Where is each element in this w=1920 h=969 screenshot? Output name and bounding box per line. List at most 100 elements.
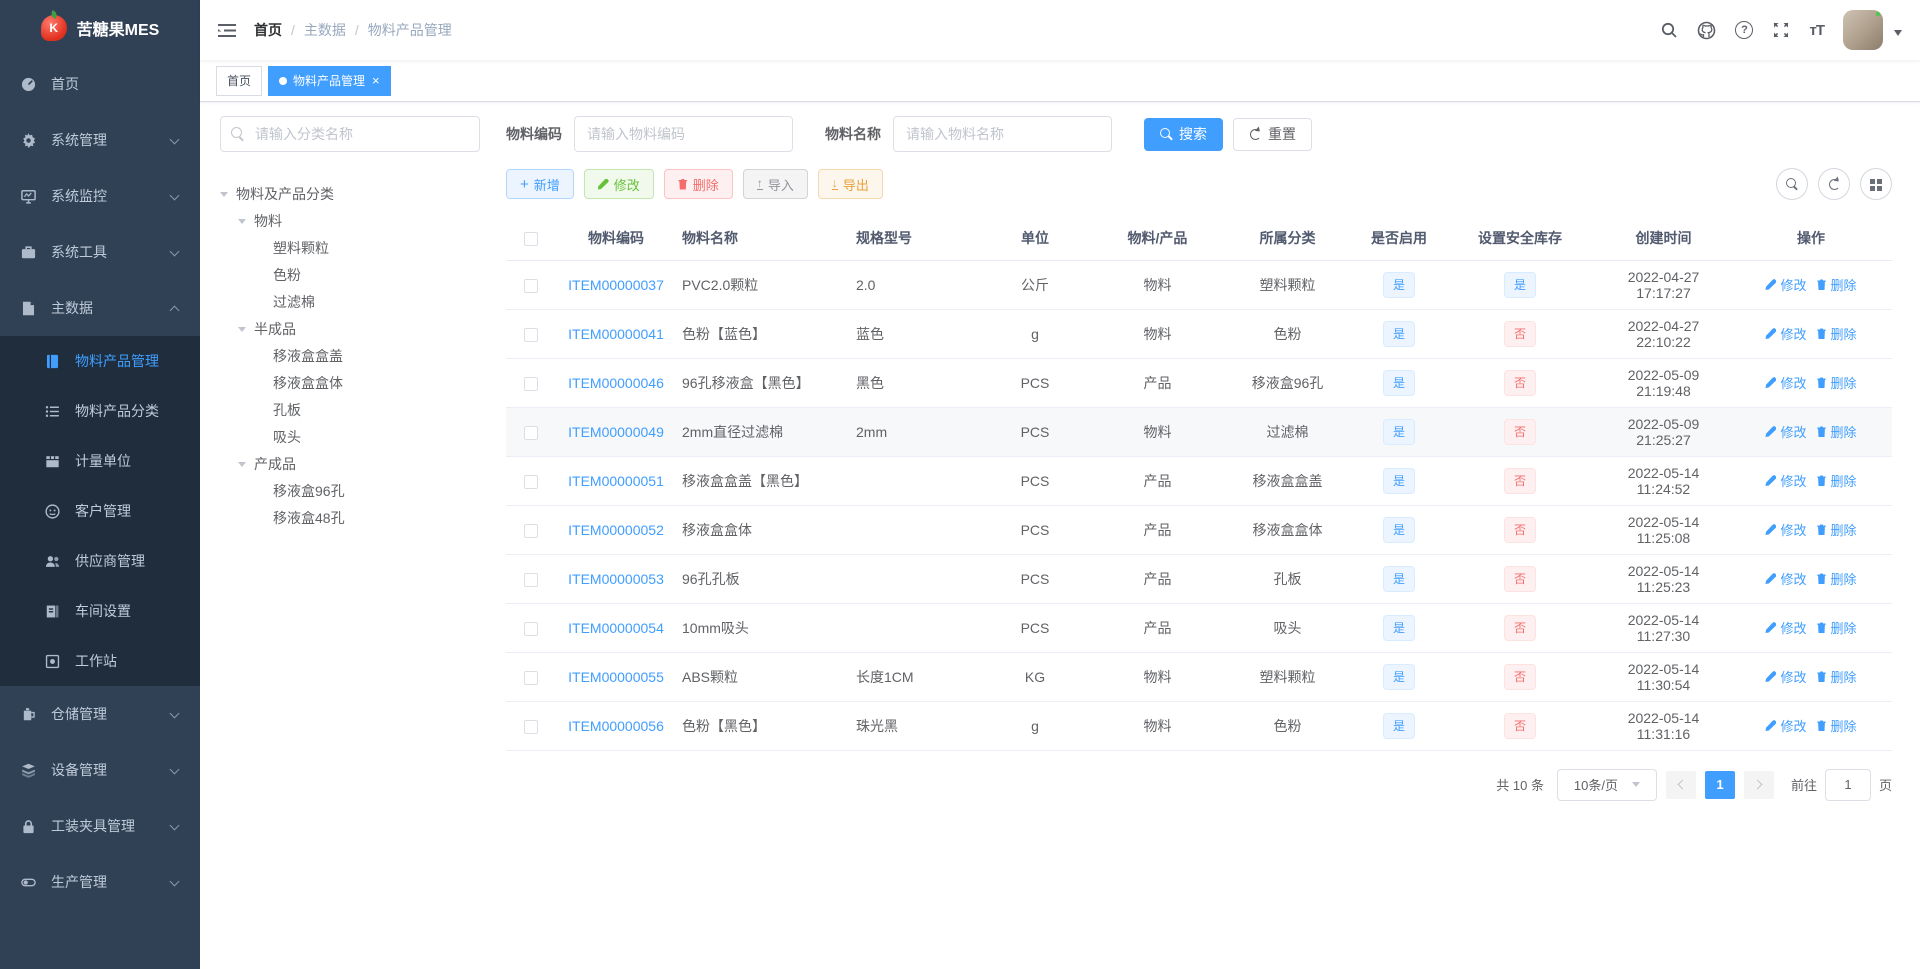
row-edit-button[interactable]: 修改 [1765,569,1807,588]
item-code-link[interactable]: ITEM00000053 [568,571,664,587]
tree-node-leaf[interactable]: 吸头 [220,423,480,450]
row-delete-button[interactable]: 删除 [1817,667,1857,686]
row-edit-button[interactable]: 修改 [1765,618,1807,637]
sidebar-item-workshop-setup[interactable]: 车间设置 [0,586,200,636]
row-edit-button[interactable]: 修改 [1765,324,1807,343]
row-checkbox[interactable] [524,670,538,685]
tree-node-leaf[interactable]: 过滤棉 [220,288,480,315]
tab-material-product-mgmt[interactable]: 物料产品管理 × [268,65,391,96]
item-code-link[interactable]: ITEM00000037 [568,277,664,293]
material-name-input[interactable] [893,116,1112,152]
page-size-select[interactable]: 10条/页 [1556,768,1657,801]
sidebar-item-supplier-mgmt[interactable]: 供应商管理 [0,536,200,586]
breadcrumb-master-data[interactable]: 主数据 [304,20,346,40]
tree-node-leaf[interactable]: 移液盒盒体 [220,369,480,396]
caret-down-icon[interactable] [1894,30,1902,40]
item-code-link[interactable]: ITEM00000055 [568,669,664,685]
github-icon[interactable] [1697,21,1716,40]
sidebar-collapse-icon[interactable] [218,23,236,37]
sidebar-item-measure-unit[interactable]: 计量单位 [0,436,200,486]
sidebar-item-master-data[interactable]: 主数据 [0,280,200,336]
tree-node-leaf[interactable]: 移液盒盒盖 [220,342,480,369]
row-delete-button[interactable]: 删除 [1817,569,1857,588]
row-delete-button[interactable]: 删除 [1817,520,1857,539]
refresh-button[interactable] [1818,168,1850,200]
row-checkbox[interactable] [524,376,538,391]
item-code-link[interactable]: ITEM00000054 [568,620,664,636]
search-icon[interactable] [1660,21,1678,39]
add-button[interactable]: 新增 [506,169,574,199]
tab-home[interactable]: 首页 [216,65,263,96]
item-code-link[interactable]: ITEM00000041 [568,326,664,342]
edit-button[interactable]: 修改 [583,169,654,199]
row-checkbox[interactable] [524,719,538,734]
row-checkbox[interactable] [524,425,538,440]
select-all-checkbox[interactable] [524,231,538,246]
item-code-link[interactable]: ITEM00000046 [568,375,664,391]
sidebar-item-home[interactable]: 首页 [0,56,200,112]
item-code-link[interactable]: ITEM00000051 [568,473,664,489]
row-delete-button[interactable]: 删除 [1817,324,1857,343]
sidebar-item-system-mgmt[interactable]: 系统管理 [0,112,200,168]
row-delete-button[interactable]: 删除 [1817,618,1857,637]
avatar[interactable] [1843,10,1883,50]
row-checkbox[interactable] [524,621,538,636]
page-1-button[interactable]: 1 [1704,770,1735,799]
tree-node-leaf[interactable]: 塑料颗粒 [220,234,480,261]
row-edit-button[interactable]: 修改 [1765,422,1807,441]
row-delete-button[interactable]: 删除 [1817,716,1857,735]
sidebar-item-material-product-mgmt[interactable]: 物料产品管理 [0,336,200,386]
row-checkbox[interactable] [524,327,538,342]
delete-button[interactable]: 删除 [663,169,733,199]
tree-node-group[interactable]: 产成品 [220,450,480,477]
sidebar-item-material-product-category[interactable]: 物料产品分类 [0,386,200,436]
row-edit-button[interactable]: 修改 [1765,471,1807,490]
row-checkbox[interactable] [524,474,538,489]
sidebar-item-workstation[interactable]: 工作站 [0,636,200,686]
item-code-link[interactable]: ITEM00000056 [568,718,664,734]
font-size-icon[interactable]: тT [1809,22,1824,39]
sidebar-item-tooling-fixture-mgmt[interactable]: 工装夹具管理 [0,798,200,854]
breadcrumb-home[interactable]: 首页 [254,20,282,40]
row-edit-button[interactable]: 修改 [1765,667,1807,686]
goto-page-input[interactable] [1824,768,1871,801]
item-code-link[interactable]: ITEM00000049 [568,424,664,440]
row-edit-button[interactable]: 修改 [1765,275,1807,294]
tree-node-root[interactable]: 物料及产品分类 [220,180,480,207]
close-icon[interactable]: × [372,74,380,87]
next-page-button[interactable] [1743,770,1774,799]
row-delete-button[interactable]: 删除 [1817,422,1857,441]
sidebar-item-system-tools[interactable]: 系统工具 [0,224,200,280]
sidebar-item-customer-mgmt[interactable]: 客户管理 [0,486,200,536]
tree-node-group[interactable]: 物料 [220,207,480,234]
fullscreen-icon[interactable] [1772,21,1790,39]
row-checkbox[interactable] [524,572,538,587]
tree-node-leaf[interactable]: 色粉 [220,261,480,288]
material-code-input[interactable] [574,116,793,152]
row-edit-button[interactable]: 修改 [1765,373,1807,392]
item-code-link[interactable]: ITEM00000052 [568,522,664,538]
row-edit-button[interactable]: 修改 [1765,716,1807,735]
tree-node-leaf[interactable]: 移液盒48孔 [220,504,480,531]
reset-button[interactable]: 重置 [1233,117,1312,151]
category-search-input[interactable] [220,116,480,152]
help-icon[interactable] [1735,21,1754,39]
sidebar-item-warehouse-mgmt[interactable]: 仓储管理 [0,686,200,742]
row-checkbox[interactable] [524,278,538,293]
row-delete-button[interactable]: 删除 [1817,471,1857,490]
export-button[interactable]: ↓ 导出 [817,169,883,199]
row-delete-button[interactable]: 删除 [1817,373,1857,392]
tree-node-group[interactable]: 半成品 [220,315,480,342]
sidebar-item-equipment-mgmt[interactable]: 设备管理 [0,742,200,798]
app-logo[interactable]: K 苦糖果MES [0,0,200,56]
prev-page-button[interactable] [1665,770,1696,799]
tree-node-leaf[interactable]: 孔板 [220,396,480,423]
sidebar-item-production-mgmt[interactable]: 生产管理 [0,854,200,910]
columns-button[interactable] [1860,168,1892,200]
import-button[interactable]: ↑ 导入 [742,169,808,199]
sidebar-item-system-monitor[interactable]: 系统监控 [0,168,200,224]
row-delete-button[interactable]: 删除 [1817,275,1857,294]
search-button[interactable]: 搜索 [1144,117,1223,151]
row-checkbox[interactable] [524,523,538,538]
row-edit-button[interactable]: 修改 [1765,520,1807,539]
